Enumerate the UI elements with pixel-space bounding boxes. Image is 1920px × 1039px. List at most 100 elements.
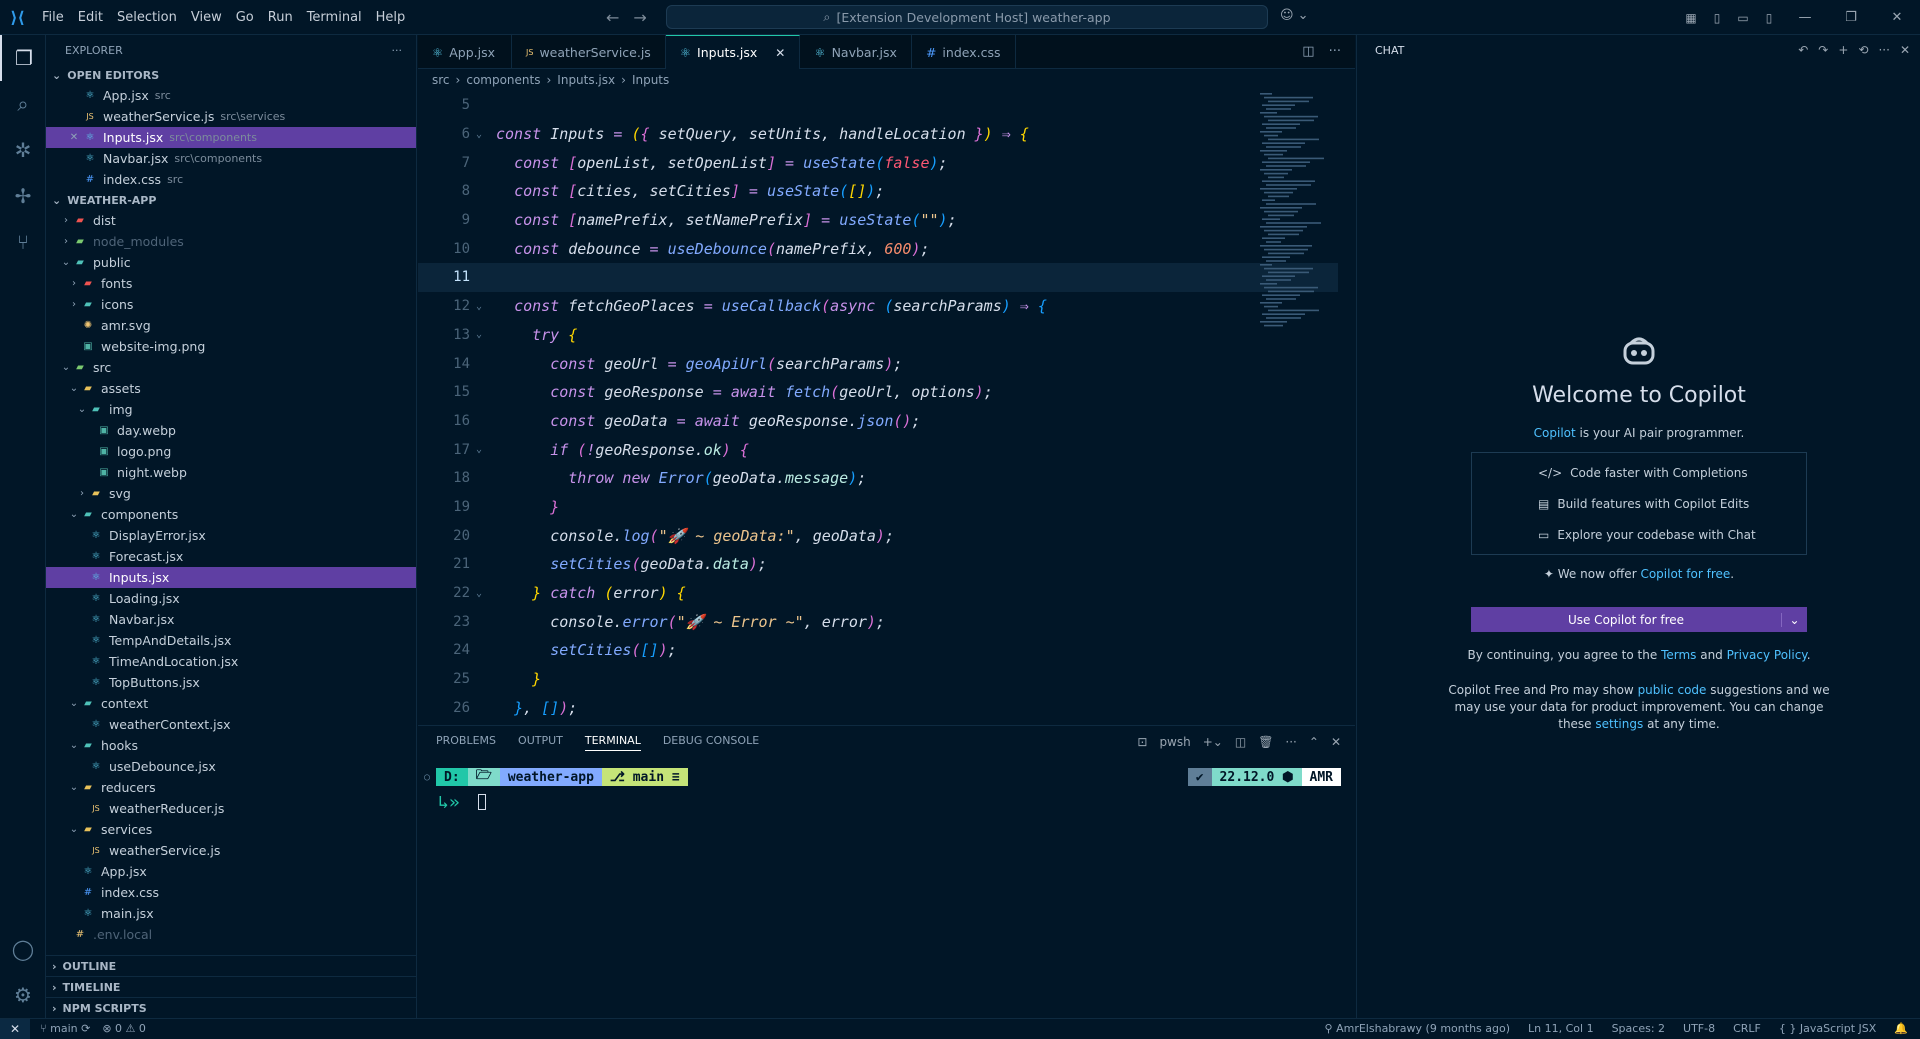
- maximize-panel-icon[interactable]: ⌃: [1309, 735, 1319, 749]
- file-item[interactable]: ▣ day.webp: [46, 420, 416, 441]
- code-editor[interactable]: 5 6 ⌄ const Inputs = ({ setQuery, setUnits,…: [418, 91, 1338, 725]
- close-window-icon[interactable]: ✕: [1874, 10, 1920, 25]
- chat-more-icon[interactable]: ···: [1878, 43, 1889, 57]
- panel-tab-terminal[interactable]: TERMINAL: [584, 734, 641, 751]
- tab-inputs-jsx[interactable]: ⚛ Inputs.jsx ✕: [665, 35, 801, 69]
- file-item[interactable]: JS weatherService.js: [46, 840, 416, 861]
- file-item[interactable]: ▣ night.webp: [46, 462, 416, 483]
- fold-chevron-icon[interactable]: ⌄: [472, 588, 486, 599]
- new-terminal-icon[interactable]: +⌄: [1203, 735, 1223, 749]
- copilot-link[interactable]: Copilot: [1534, 426, 1576, 440]
- minimap[interactable]: [1256, 91, 1348, 351]
- forward-arrow-icon[interactable]: →: [633, 8, 646, 27]
- account-icon[interactable]: ◯: [0, 926, 46, 972]
- section-outline[interactable]: › OUTLINE: [46, 955, 416, 976]
- file-item[interactable]: ⚛ Navbar.jsx: [46, 609, 416, 630]
- tab-app-jsx[interactable]: ⚛ App.jsx: [418, 35, 512, 69]
- breadcrumb-item[interactable]: components: [466, 73, 540, 87]
- file-item[interactable]: ⚛ App.jsx: [46, 861, 416, 882]
- code-line[interactable]: 25 }: [418, 665, 1338, 694]
- privacy-link[interactable]: Privacy Policy: [1727, 648, 1807, 662]
- problems-status[interactable]: ⊗ 0 ⚠ 0: [102, 1022, 146, 1035]
- file-item[interactable]: ▣ website-img.png: [46, 336, 416, 357]
- tab-navbar-jsx[interactable]: ⚛ Navbar.jsx: [800, 35, 912, 69]
- menu-item-help[interactable]: Help: [369, 0, 413, 35]
- folder-item[interactable]: › ▰ dist: [46, 210, 416, 231]
- code-line[interactable]: 22 ⌄ } catch (error) {: [418, 579, 1338, 608]
- file-item[interactable]: ⚛ TimeAndLocation.jsx: [46, 651, 416, 672]
- kill-terminal-icon[interactable]: 🗑: [1258, 735, 1273, 749]
- file-item[interactable]: ⚛ Inputs.jsx: [46, 567, 416, 588]
- folder-item[interactable]: ⌄ ▰ services: [46, 819, 416, 840]
- toggle-panel-icon[interactable]: ▭: [1730, 11, 1756, 25]
- open-editors-section[interactable]: ⌄ OPEN EDITORS: [46, 65, 416, 85]
- debug-icon[interactable]: ✲: [0, 127, 46, 173]
- fold-chevron-icon[interactable]: ⌄: [472, 329, 486, 340]
- code-line[interactable]: 11: [418, 263, 1338, 292]
- settings-gear-icon[interactable]: ⚙: [0, 972, 46, 1018]
- close-chat-icon[interactable]: ✕: [1900, 43, 1910, 57]
- code-line[interactable]: 8 const [cities, setCities] = useState([…: [418, 177, 1338, 206]
- code-line[interactable]: 26 }, []);: [418, 693, 1338, 722]
- file-item[interactable]: ⚛ TopButtons.jsx: [46, 672, 416, 693]
- code-line[interactable]: 7 const [openList, setOpenList] = useSta…: [418, 148, 1338, 177]
- fold-chevron-icon[interactable]: ⌄: [472, 129, 486, 140]
- command-center[interactable]: ⌕ [Extension Development Host] weather-a…: [666, 5, 1268, 29]
- code-line[interactable]: 12 ⌄ const fetchGeoPlaces = useCallback(a…: [418, 292, 1338, 321]
- code-line[interactable]: 14 const geoUrl = geoApiUrl(searchParams…: [418, 349, 1338, 378]
- menu-item-go[interactable]: Go: [229, 0, 261, 35]
- code-line[interactable]: 17 ⌄ if (!geoResponse.ok) {: [418, 435, 1338, 464]
- open-editor-item[interactable]: ✕ ⚛ Inputs.jsx src\components: [46, 127, 416, 148]
- panel-more-icon[interactable]: ···: [1285, 735, 1296, 749]
- branch-status[interactable]: ⑂ main ⟳: [40, 1022, 90, 1035]
- file-item[interactable]: ⚛ weatherContext.jsx: [46, 714, 416, 735]
- project-section[interactable]: ⌄ WEATHER-APP: [46, 190, 416, 210]
- menu-item-view[interactable]: View: [184, 0, 229, 35]
- restore-icon[interactable]: ❐: [1828, 10, 1874, 25]
- git-blame[interactable]: ⚲ AmrElshabrawy (9 months ago): [1325, 1022, 1510, 1035]
- explorer-icon[interactable]: ❐: [0, 35, 46, 81]
- close-icon[interactable]: ✕: [66, 132, 82, 143]
- fold-chevron-icon[interactable]: ⌄: [472, 301, 486, 312]
- search-icon[interactable]: ⌕: [0, 81, 46, 127]
- terms-link[interactable]: Terms: [1661, 648, 1696, 662]
- panel-tab-output[interactable]: OUTPUT: [518, 734, 563, 751]
- use-copilot-button[interactable]: Use Copilot for free ⌄: [1471, 607, 1807, 632]
- indentation[interactable]: Spaces: 2: [1612, 1022, 1665, 1035]
- breadcrumb-item[interactable]: Inputs.jsx: [557, 73, 615, 87]
- language-mode[interactable]: { } JavaScript JSX: [1779, 1022, 1876, 1035]
- folder-item[interactable]: › ▰ node_modules: [46, 231, 416, 252]
- panel-tab-debug-console[interactable]: DEBUG CONSOLE: [663, 734, 759, 751]
- folder-item[interactable]: › ▰ icons: [46, 294, 416, 315]
- panel-tab-problems[interactable]: PROBLEMS: [436, 734, 496, 751]
- notifications-icon[interactable]: 🔔: [1894, 1022, 1908, 1035]
- file-item[interactable]: # .env.local: [46, 924, 416, 945]
- menu-item-run[interactable]: Run: [261, 0, 300, 35]
- open-editor-item[interactable]: ⚛ Navbar.jsx src\components: [46, 148, 416, 169]
- file-item[interactable]: JS weatherReducer.js: [46, 798, 416, 819]
- code-line[interactable]: 9 const [namePrefix, setNamePrefix] = us…: [418, 206, 1338, 235]
- file-item[interactable]: ⚛ main.jsx: [46, 903, 416, 924]
- close-tab-icon[interactable]: ✕: [775, 46, 785, 60]
- editor-more-icon[interactable]: ···: [1329, 44, 1341, 59]
- menu-item-selection[interactable]: Selection: [110, 0, 184, 35]
- code-line[interactable]: 15 const geoResponse = await fetch(geoUr…: [418, 378, 1338, 407]
- code-line[interactable]: 18 throw new Error(geoData.message);: [418, 464, 1338, 493]
- chevron-down-icon[interactable]: ⌄: [1781, 612, 1807, 627]
- folder-item[interactable]: ⌄ ▰ components: [46, 504, 416, 525]
- folder-item[interactable]: ⌄ ▰ assets: [46, 378, 416, 399]
- split-editor-icon[interactable]: ◫: [1302, 44, 1314, 59]
- folder-item[interactable]: ⌄ ▰ context: [46, 693, 416, 714]
- folder-item[interactable]: ⌄ ▰ reducers: [46, 777, 416, 798]
- file-item[interactable]: ⚛ DisplayError.jsx: [46, 525, 416, 546]
- split-terminal-icon[interactable]: ◫: [1235, 735, 1246, 749]
- customize-layout-icon[interactable]: ▦: [1678, 11, 1704, 25]
- code-line[interactable]: 10 const debounce = useDebounce(namePref…: [418, 234, 1338, 263]
- tab-weatherservice-js[interactable]: JS weatherService.js: [512, 35, 666, 69]
- terminal-cursor[interactable]: [478, 794, 486, 810]
- public-code-link[interactable]: public code: [1638, 683, 1707, 697]
- code-line[interactable]: 19 }: [418, 493, 1338, 522]
- menu-item-terminal[interactable]: Terminal: [300, 0, 369, 35]
- toggle-secondary-sidebar-icon[interactable]: ▯: [1756, 11, 1782, 25]
- remote-indicator-icon[interactable]: ✕: [0, 1018, 30, 1039]
